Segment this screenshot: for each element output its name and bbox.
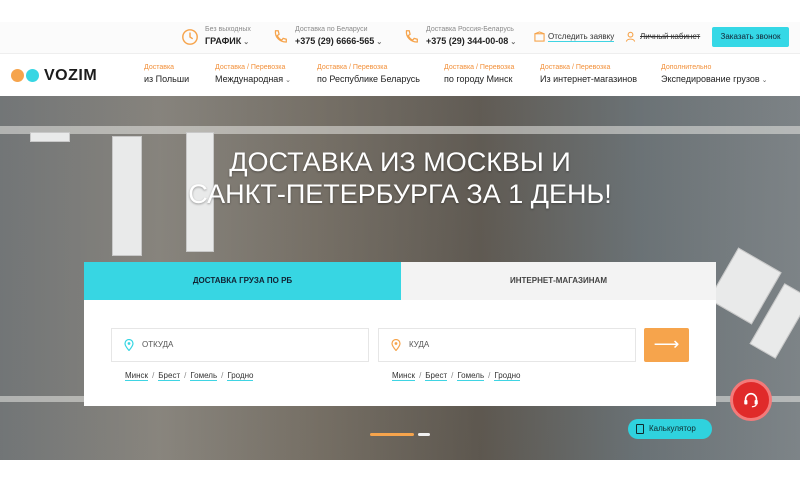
hero-banner: ДОСТАВКА ИЗ МОСКВЫ И САНКТ-ПЕТЕРБУРГА ЗА… <box>0 96 800 460</box>
nav-label: Международная ⌄ <box>215 74 292 84</box>
schedule-caption: Без выходных <box>205 26 251 33</box>
calculator-icon <box>636 424 644 434</box>
order-call-button[interactable]: Заказать звонок <box>712 27 789 47</box>
location-pin-icon <box>124 339 134 351</box>
chevron-down-icon: ⌄ <box>510 39 517 46</box>
logo-text: VOZIM <box>44 67 98 84</box>
phone-belarus-number: +375 (29) 6666-565 ⌄ <box>295 36 383 46</box>
nav-item-minsk[interactable]: Доставка / Перевозка по городу Минск <box>444 64 514 84</box>
nav-caption: Доставка <box>144 64 175 71</box>
delivery-tabs: ДОСТАВКА ГРУЗА ПО РБ ИНТЕРНЕТ-МАГАЗИНАМ <box>84 262 716 300</box>
nav-caption: Дополнительно <box>661 64 712 71</box>
calculator-button[interactable]: Калькулятор <box>628 419 712 439</box>
phone-belarus-caption: Доставка по Беларуси <box>295 26 368 33</box>
nav-caption: Доставка / Перевозка <box>540 64 611 71</box>
box-icon <box>534 31 545 42</box>
phone-russia-number: +375 (29) 344-00-08 ⌄ <box>426 36 517 46</box>
logo-dot-orange <box>11 69 24 82</box>
tab-online-stores[interactable]: ИНТЕРНЕТ-МАГАЗИНАМ <box>401 262 716 300</box>
from-field[interactable]: ОТКУДА <box>111 328 369 362</box>
city-link[interactable]: Гродно <box>494 371 521 381</box>
phone-icon <box>405 30 418 43</box>
location-pin-icon <box>391 339 401 351</box>
city-link[interactable]: Минск <box>392 371 416 381</box>
nav-item-forwarding[interactable]: Дополнительно Экспедирование грузов ⌄ <box>661 64 768 84</box>
from-city-suggestions: Минск / Брест / Гомель / Гродно <box>125 371 254 381</box>
nav-caption: Доставка / Перевозка <box>444 64 515 71</box>
truck-image <box>112 136 142 256</box>
nav-label: Из интернет-магазинов <box>540 74 638 84</box>
chevron-down-icon: ⌄ <box>376 39 383 46</box>
city-link[interactable]: Минск <box>125 371 149 381</box>
submit-arrow-button[interactable]: ⟶ <box>644 328 689 362</box>
calculator-label: Калькулятор <box>649 424 696 433</box>
nav-label: из Польши <box>144 74 190 84</box>
logo-dot-cyan <box>26 69 39 82</box>
page: Без выходных ГРАФИК ⌄ Доставка по Беларус… <box>0 0 800 480</box>
slide-dot[interactable] <box>418 433 430 436</box>
nav-label: Экспедирование грузов ⌄ <box>661 74 768 84</box>
from-placeholder: ОТКУДА <box>142 340 174 349</box>
nav-item-online-stores[interactable]: Доставка / Перевозка Из интернет-магазин… <box>540 64 637 84</box>
nav-caption: Доставка / Перевозка <box>215 64 286 71</box>
personal-account-link[interactable]: Личный кабинет <box>640 32 700 41</box>
track-order-link[interactable]: Отследить заявку <box>548 32 615 42</box>
truck-image <box>30 132 70 142</box>
city-link[interactable]: Гродно <box>227 371 254 381</box>
nav-item-belarus[interactable]: Доставка / Перевозка по Республике Белар… <box>317 64 420 84</box>
chevron-down-icon: ⌄ <box>243 39 250 46</box>
nav-caption: Доставка / Перевозка <box>317 64 388 71</box>
to-placeholder: КУДА <box>409 340 430 349</box>
phone-russia-caption: Доставка Россия-Беларусь <box>426 26 514 33</box>
support-chat-button[interactable] <box>730 379 772 421</box>
road-marking <box>0 126 800 134</box>
chevron-down-icon: ⌄ <box>761 77 768 84</box>
nav-item-international[interactable]: Доставка / Перевозка Международная ⌄ <box>215 64 291 84</box>
nav-label: по городу Минск <box>444 74 513 84</box>
city-link[interactable]: Брест <box>158 371 181 381</box>
schedule-dropdown[interactable]: Без выходных ГРАФИК ⌄ <box>181 26 261 50</box>
city-link[interactable]: Гомель <box>457 371 485 381</box>
hero-title: ДОСТАВКА ИЗ МОСКВЫ И САНКТ-ПЕТЕРБУРГА ЗА… <box>188 147 612 209</box>
top-bar: Без выходных ГРАФИК ⌄ Доставка по Беларус… <box>0 22 800 54</box>
arrow-right-icon: ⟶ <box>653 334 680 354</box>
to-field[interactable]: КУДА <box>378 328 636 362</box>
phone-russia[interactable]: Доставка Россия-Беларусь +375 (29) 344-0… <box>402 26 527 50</box>
city-link[interactable]: Гомель <box>190 371 218 381</box>
user-icon <box>625 31 636 42</box>
headset-icon <box>744 392 758 408</box>
tab-belarus-delivery[interactable]: ДОСТАВКА ГРУЗА ПО РБ <box>84 262 401 300</box>
phone-icon <box>274 30 287 43</box>
nav-item-poland[interactable]: Доставка из Польши <box>144 64 189 84</box>
clock-icon <box>182 29 198 45</box>
to-city-suggestions: Минск / Брест / Гомель / Гродно <box>392 371 521 381</box>
phone-belarus[interactable]: Доставка по Беларуси +375 (29) 6666-565 ⌄ <box>271 26 386 50</box>
city-link[interactable]: Брест <box>425 371 448 381</box>
schedule-label: ГРАФИК ⌄ <box>205 36 250 46</box>
main-nav: VOZIM Доставка из Польши Доставка / Пере… <box>0 55 800 96</box>
route-form: ОТКУДА Минск / Брест / Гомель / Гродно КУДА Ми… <box>84 300 716 406</box>
nav-label: по Республике Беларусь <box>317 74 420 84</box>
slide-dot-active[interactable] <box>370 433 414 436</box>
chevron-down-icon: ⌄ <box>285 77 292 84</box>
